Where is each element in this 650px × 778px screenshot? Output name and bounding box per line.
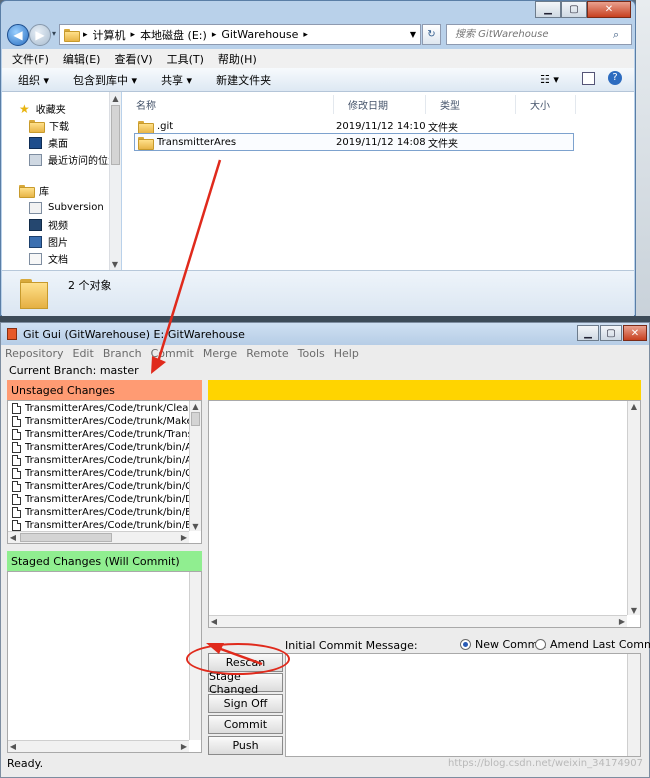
annotation-arrow-line	[156, 159, 222, 363]
annotation-circle	[186, 643, 290, 675]
annotation-overlay	[151, 159, 263, 666]
